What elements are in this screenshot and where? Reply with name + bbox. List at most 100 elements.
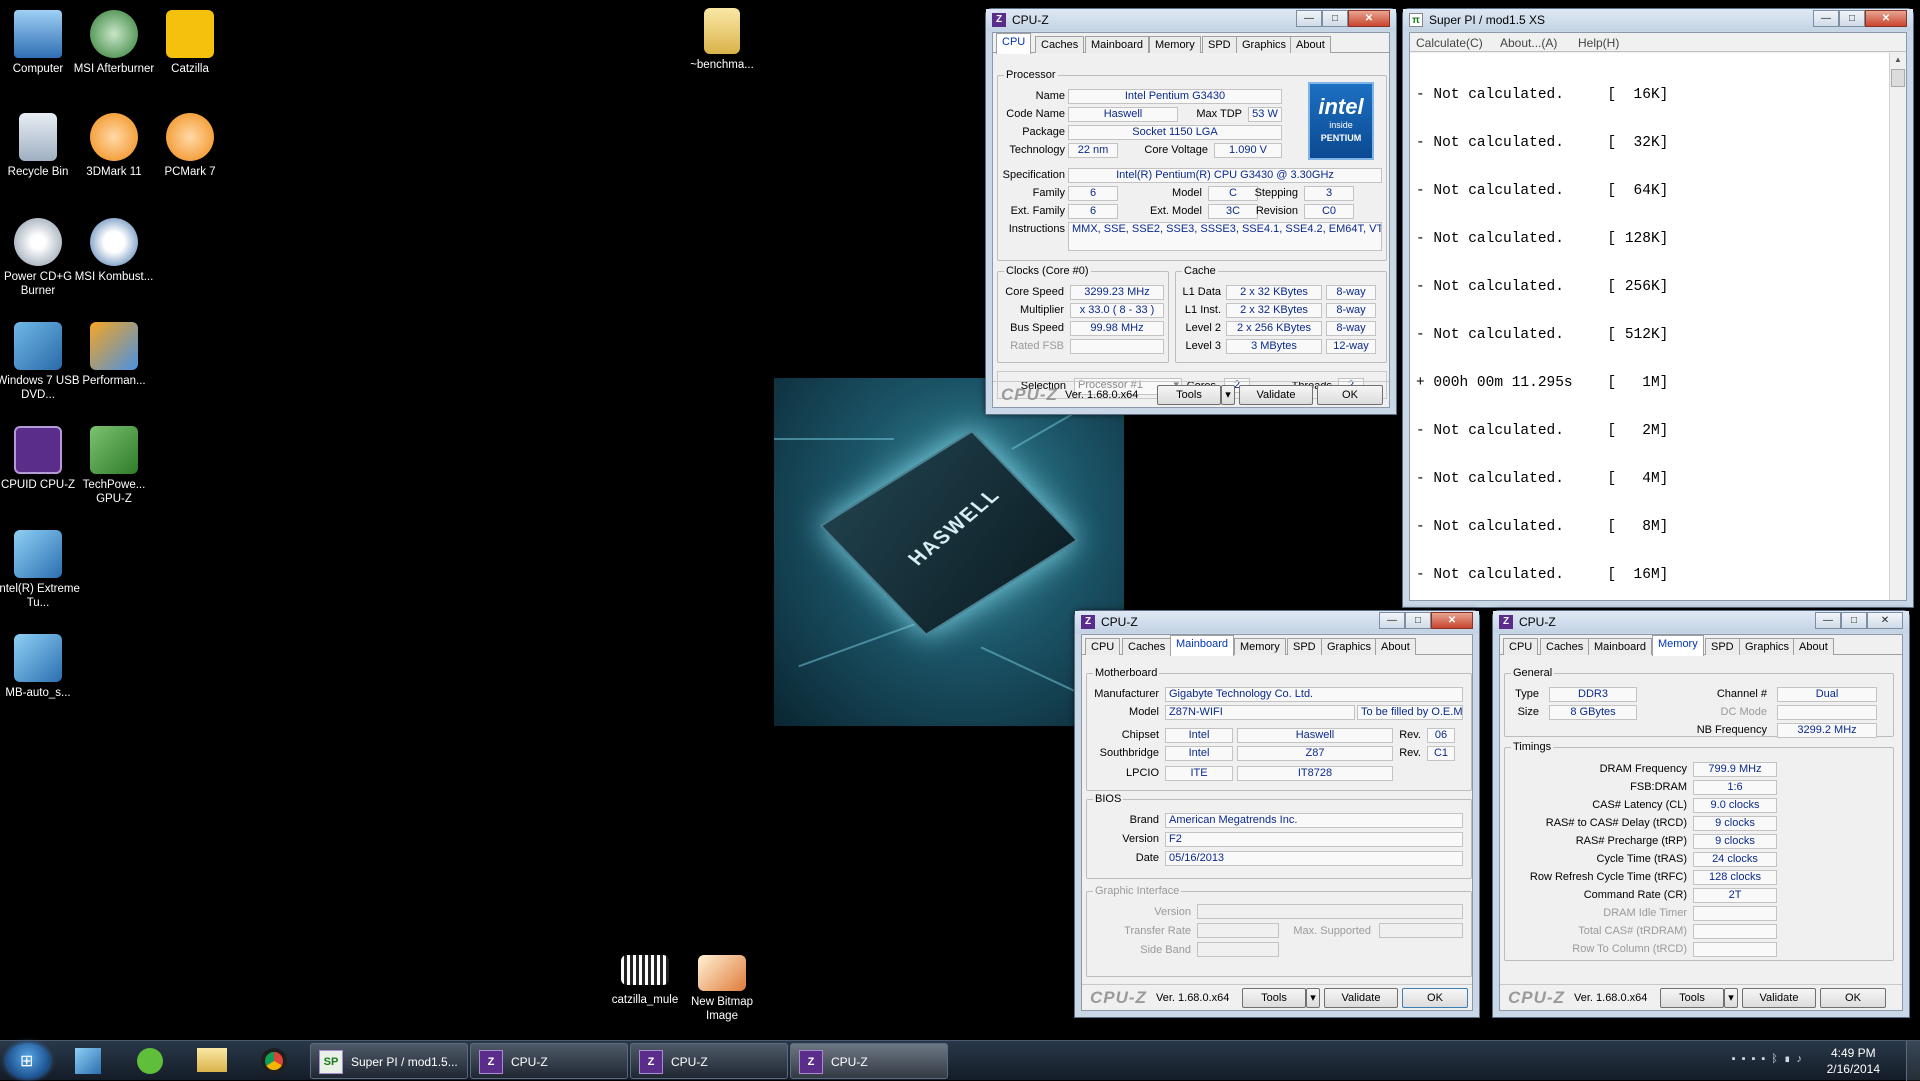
pinned-app-icon[interactable] xyxy=(124,1044,176,1078)
close-button[interactable]: ✕ xyxy=(1348,10,1390,27)
close-button[interactable]: ✕ xyxy=(1867,612,1903,629)
instructions-value: MMX, SSE, SSE2, SSE3, SSSE3, SSE4.1, SSE… xyxy=(1068,222,1382,251)
ok-button[interactable]: OK xyxy=(1402,988,1468,1008)
volume-icon[interactable]: ♪ xyxy=(1797,1053,1809,1065)
tab-cpu[interactable]: CPU xyxy=(1503,638,1539,655)
minimize-button[interactable]: — xyxy=(1815,612,1841,629)
tab-caches[interactable]: Caches xyxy=(1035,36,1085,53)
desktop-icon-intel-xtu[interactable]: Intel(R) Extreme Tu... xyxy=(0,530,83,610)
tab-caches[interactable]: Caches xyxy=(1540,638,1590,655)
taskbar-item-superpi[interactable]: SP Super PI / mod1.5... xyxy=(310,1043,468,1079)
cpuz-memory-window[interactable]: Z CPU-Z — □ ✕ CPU Caches Mainboard Memor… xyxy=(1492,610,1910,1018)
desktop-icon-performance[interactable]: Performan... xyxy=(69,322,159,388)
mem-type-value: DDR3 xyxy=(1549,687,1637,702)
start-button[interactable]: ⊞ xyxy=(6,1043,50,1079)
cpuz-cpu-window[interactable]: Z CPU-Z — □ ✕ CPU Caches Mainboard Memor… xyxy=(985,8,1397,415)
desktop-icon-benchmark-folder[interactable]: ~benchma... xyxy=(677,8,767,72)
tools-button[interactable]: Tools xyxy=(1660,988,1724,1008)
desktop-icon-new-bitmap[interactable]: New Bitmap Image xyxy=(677,955,767,1023)
version-label: Ver. 1.68.0.x64 xyxy=(1574,992,1648,1004)
close-button[interactable]: ✕ xyxy=(1865,10,1907,27)
validate-button[interactable]: Validate xyxy=(1239,385,1313,405)
tray-app-icon[interactable]: ▪ xyxy=(1761,1053,1771,1065)
tab-cpu[interactable]: CPU xyxy=(1085,638,1121,655)
level2-value: 2 x 256 KBytes xyxy=(1226,321,1322,336)
superpi-window[interactable]: π Super PI / mod1.5 XS — □ ✕ Calculate(C… xyxy=(1402,8,1914,631)
tab-about[interactable]: About xyxy=(1793,638,1834,655)
scroll-up-arrow-icon[interactable]: ▲ xyxy=(1891,53,1905,67)
result-line: - Not calculated. [ 64K] xyxy=(1416,183,1669,199)
validate-button[interactable]: Validate xyxy=(1742,988,1816,1008)
desktop-icon-pcmark7[interactable]: PCMark 7 xyxy=(145,113,235,179)
ok-button[interactable]: OK xyxy=(1820,988,1886,1008)
tab-mainboard[interactable]: Mainboard xyxy=(1085,36,1149,53)
close-button[interactable]: ✕ xyxy=(1431,612,1473,629)
results-text-area[interactable]: - Not calculated. [ 16K] - Not calculate… xyxy=(1410,53,1889,631)
tab-spd[interactable]: SPD xyxy=(1202,36,1237,53)
title-bar[interactable]: π Super PI / mod1.5 XS — □ ✕ xyxy=(1403,9,1913,31)
maximize-button[interactable]: □ xyxy=(1839,10,1865,27)
result-line: - Not calculated. [ 512K] xyxy=(1416,327,1669,343)
title-bar[interactable]: Z CPU-Z — □ ✕ xyxy=(1075,611,1479,633)
tab-caches[interactable]: Caches xyxy=(1122,638,1172,655)
tab-memory[interactable]: Memory xyxy=(1234,638,1286,655)
vertical-scrollbar[interactable]: ▲ xyxy=(1889,53,1906,600)
tray-app-icon[interactable]: ▪ xyxy=(1751,1053,1761,1065)
title-bar[interactable]: Z CPU-Z — □ ✕ xyxy=(986,9,1396,31)
maximize-button[interactable]: □ xyxy=(1322,10,1348,27)
pinned-app-icon[interactable] xyxy=(186,1044,238,1078)
pinned-app-icon[interactable] xyxy=(248,1044,300,1078)
desktop-icon-msi-kombustor[interactable]: MSI Kombust... xyxy=(69,218,159,284)
tools-dropdown-button[interactable]: ▾ xyxy=(1221,385,1235,405)
desktop-icon-mb-auto[interactable]: MB-auto_s... xyxy=(0,634,83,700)
maximize-button[interactable]: □ xyxy=(1405,612,1431,629)
tab-cpu[interactable]: CPU xyxy=(996,33,1032,54)
menu-about[interactable]: About...(A) xyxy=(1500,36,1557,50)
pinned-app-icon[interactable] xyxy=(62,1044,114,1078)
tab-spd[interactable]: SPD xyxy=(1705,638,1740,655)
tab-mainboard[interactable]: Mainboard xyxy=(1588,638,1652,655)
menu-calculate[interactable]: Calculate(C) xyxy=(1416,36,1483,50)
taskbar-item-cpuz[interactable]: Z CPU-Z xyxy=(630,1043,788,1079)
minimize-button[interactable]: — xyxy=(1813,10,1839,27)
taskbar-item-cpuz-active[interactable]: Z CPU-Z xyxy=(790,1043,948,1079)
scroll-thumb[interactable] xyxy=(1891,69,1905,87)
desktop-icon-gpuz[interactable]: TechPowe... GPU-Z xyxy=(69,426,159,506)
afterburner-icon xyxy=(90,10,138,58)
result-line: - Not calculated. [ 2M] xyxy=(1416,423,1669,439)
desktop-icon-catzilla[interactable]: Catzilla xyxy=(145,10,235,76)
network-icon[interactable]: ▮ xyxy=(1784,1053,1797,1065)
title-bar[interactable]: Z CPU-Z — □ ✕ xyxy=(1493,611,1909,633)
cpuz-mainboard-window[interactable]: Z CPU-Z — □ ✕ CPU Caches Mainboard Memor… xyxy=(1074,610,1480,1018)
validate-button[interactable]: Validate xyxy=(1324,988,1398,1008)
tab-graphics[interactable]: Graphics xyxy=(1321,638,1378,655)
tab-graphics[interactable]: Graphics xyxy=(1739,638,1796,655)
tab-memory[interactable]: Memory xyxy=(1652,635,1704,656)
tools-button[interactable]: Tools xyxy=(1157,385,1221,405)
ok-button[interactable]: OK xyxy=(1317,385,1383,405)
tab-spd[interactable]: SPD xyxy=(1287,638,1322,655)
tab-graphics[interactable]: Graphics xyxy=(1236,36,1293,53)
menu-help[interactable]: Help(H) xyxy=(1578,36,1619,50)
taskbar-item-cpuz[interactable]: Z CPU-Z xyxy=(470,1043,628,1079)
tools-dropdown-button[interactable]: ▾ xyxy=(1724,988,1738,1008)
bluetooth-icon[interactable]: ᛒ xyxy=(1771,1053,1784,1065)
tab-about[interactable]: About xyxy=(1290,36,1331,53)
tray-app-icon[interactable]: ▪ xyxy=(1732,1053,1742,1065)
desktop-icon-label: Catzilla xyxy=(171,63,209,75)
tray-app-icon[interactable]: ▪ xyxy=(1742,1053,1752,1065)
tab-memory[interactable]: Memory xyxy=(1149,36,1201,53)
tab-mainboard[interactable]: Mainboard xyxy=(1170,635,1234,656)
intel-logo-text: intel xyxy=(1318,94,1364,119)
southbridge-label: Southbridge xyxy=(1099,747,1159,759)
explorer-folder-icon xyxy=(197,1048,227,1072)
tools-button[interactable]: Tools xyxy=(1242,988,1306,1008)
maximize-button[interactable]: □ xyxy=(1841,612,1867,629)
clock[interactable]: 4:49 PM 2/16/2014 xyxy=(1827,1045,1880,1077)
minimize-button[interactable]: — xyxy=(1296,10,1322,27)
tools-dropdown-button[interactable]: ▾ xyxy=(1306,988,1320,1008)
tab-about[interactable]: About xyxy=(1375,638,1416,655)
show-desktop-button[interactable] xyxy=(1906,1041,1920,1081)
system-tray[interactable]: ▪▪▪▪ᛒ▮♪ xyxy=(1732,1053,1808,1065)
minimize-button[interactable]: — xyxy=(1379,612,1405,629)
